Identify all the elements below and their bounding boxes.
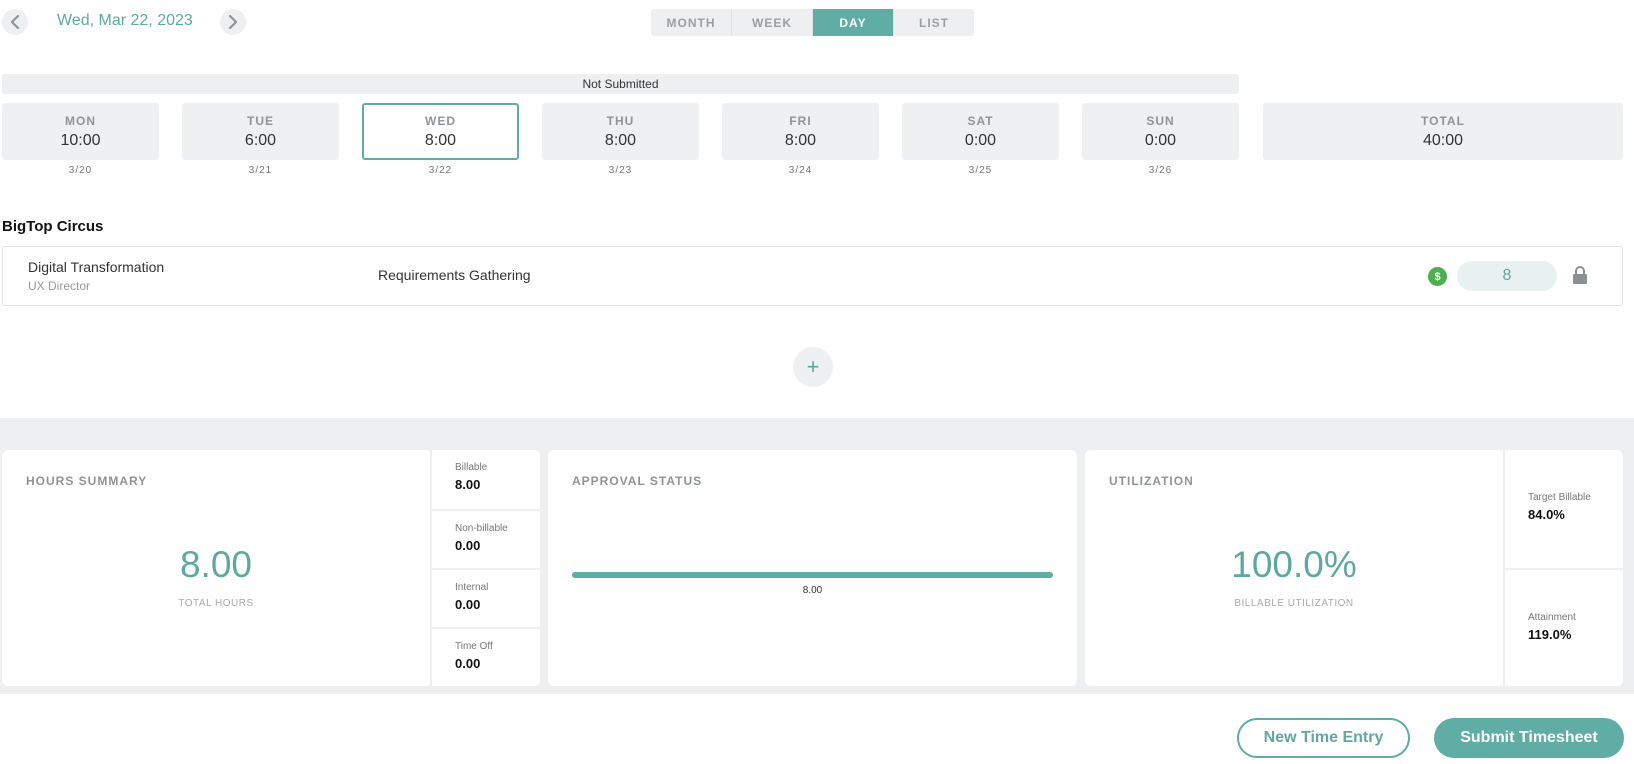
target-billable-value: 84.0%: [1528, 507, 1565, 522]
current-date-label[interactable]: Wed, Mar 22, 2023: [57, 12, 193, 30]
day-box-mon[interactable]: MON 10:00: [2, 103, 159, 160]
approval-bar-value: 8.00: [802, 585, 823, 596]
day-name: FRI: [789, 113, 812, 128]
total-label: TOTAL: [1421, 113, 1465, 128]
total-hours-caption: TOTAL HOURS: [178, 598, 254, 609]
day-name: TUE: [247, 113, 274, 128]
hours-summary-title: HOURS SUMMARY: [26, 474, 148, 488]
submit-timesheet-button[interactable]: Submit Timesheet: [1434, 718, 1624, 758]
view-switcher: MONTH WEEK DAY LIST: [651, 9, 974, 36]
day-date: 3/26: [1148, 165, 1173, 176]
day-box-sat[interactable]: SAT 0:00: [902, 103, 1059, 160]
day-date: 3/23: [608, 165, 633, 176]
day-box-fri[interactable]: FRI 8:00: [722, 103, 879, 160]
day-date: 3/21: [248, 165, 273, 176]
breakdown-label: Billable: [455, 462, 488, 473]
project-role: UX Director: [28, 279, 91, 293]
timesheet-status-bar: Not Submitted: [2, 74, 1239, 94]
approval-progress-bar: [572, 572, 1053, 578]
attainment-value: 119.0%: [1528, 627, 1572, 642]
day-date: 3/24: [788, 165, 813, 176]
target-billable-cell: Target Billable 84.0%: [1505, 450, 1623, 568]
next-day-button[interactable]: [220, 9, 246, 35]
plus-icon: +: [806, 354, 820, 379]
hours-summary-card: HOURS SUMMARY 8.00 TOTAL HOURS Billable …: [2, 450, 540, 686]
breakdown-billable: Billable 8.00: [432, 450, 540, 509]
tab-list[interactable]: LIST: [894, 9, 974, 36]
day-hours: 0:00: [964, 131, 997, 149]
total-hours: 40:00: [1422, 131, 1464, 149]
breakdown-value: 8.00: [455, 477, 481, 492]
day-box-tue[interactable]: TUE 6:00: [182, 103, 339, 160]
add-entry-button[interactable]: +: [793, 347, 833, 387]
client-name: BigTop Circus: [2, 218, 104, 235]
breakdown-internal: Internal 0.00: [432, 568, 540, 627]
attainment-cell: Attainment 119.0%: [1505, 568, 1623, 686]
day-name: SAT: [967, 113, 994, 128]
attainment-label: Attainment: [1528, 612, 1576, 623]
new-time-entry-button[interactable]: New Time Entry: [1237, 718, 1410, 758]
time-entry-row[interactable]: Digital Transformation UX Director Requi…: [2, 246, 1623, 306]
approval-status-card: APPROVAL STATUS 8.00: [548, 450, 1077, 686]
breakdown-value: 0.00: [455, 656, 481, 671]
day-hours: 8:00: [604, 131, 637, 149]
day-hours: 8:00: [424, 131, 457, 149]
task-name: Requirements Gathering: [378, 267, 531, 283]
day-date: 3/25: [968, 165, 993, 176]
prev-day-button[interactable]: [2, 9, 28, 35]
day-hours: 0:00: [1144, 131, 1177, 149]
breakdown-non-billable: Non-billable 0.00: [432, 509, 540, 568]
chevron-left-icon: [10, 15, 20, 29]
day-date: 3/20: [68, 165, 93, 176]
breakdown-time-off: Time Off 0.00: [432, 627, 540, 686]
day-hours: 8:00: [784, 131, 817, 149]
hours-breakdown: Billable 8.00 Non-billable 0.00 Internal…: [430, 450, 540, 686]
utilization-title: UTILIZATION: [1109, 474, 1194, 488]
tab-week[interactable]: WEEK: [732, 9, 813, 36]
breakdown-label: Internal: [455, 582, 489, 593]
day-date: 3/22: [428, 165, 453, 176]
tab-day[interactable]: DAY: [813, 9, 894, 36]
day-name: MON: [65, 113, 96, 128]
summary-area: HOURS SUMMARY 8.00 TOTAL HOURS Billable …: [0, 418, 1634, 694]
day-box-sun[interactable]: SUN 0:00: [1082, 103, 1239, 160]
day-box-thu[interactable]: THU 8:00: [542, 103, 699, 160]
breakdown-value: 0.00: [455, 597, 481, 612]
week-total-box: TOTAL 40:00: [1263, 103, 1623, 160]
entry-hours-input[interactable]: [1457, 261, 1557, 291]
approval-status-title: APPROVAL STATUS: [572, 474, 703, 488]
billable-icon[interactable]: $: [1428, 267, 1447, 286]
utilization-breakdown: Target Billable 84.0% Attainment 119.0%: [1503, 450, 1623, 686]
utilization-value: 100.0%: [1231, 544, 1357, 585]
day-name: WED: [425, 113, 456, 128]
utilization-card: UTILIZATION 100.0% BILLABLE UTILIZATION …: [1085, 450, 1623, 686]
breakdown-label: Non-billable: [455, 523, 508, 534]
day-hours: 6:00: [244, 131, 277, 149]
tab-month[interactable]: MONTH: [651, 9, 732, 36]
day-hours: 10:00: [60, 131, 101, 149]
project-name: Digital Transformation: [28, 259, 165, 275]
breakdown-label: Time Off: [455, 641, 493, 652]
day-box-wed[interactable]: WED 8:00: [362, 103, 519, 160]
chevron-right-icon: [228, 15, 238, 29]
day-name: SUN: [1146, 113, 1175, 128]
lock-icon[interactable]: [1572, 266, 1588, 284]
utilization-caption: BILLABLE UTILIZATION: [1234, 598, 1354, 609]
target-billable-label: Target Billable: [1528, 492, 1591, 503]
total-hours-value: 8.00: [179, 544, 252, 585]
breakdown-value: 0.00: [455, 538, 481, 553]
day-name: THU: [606, 113, 635, 128]
